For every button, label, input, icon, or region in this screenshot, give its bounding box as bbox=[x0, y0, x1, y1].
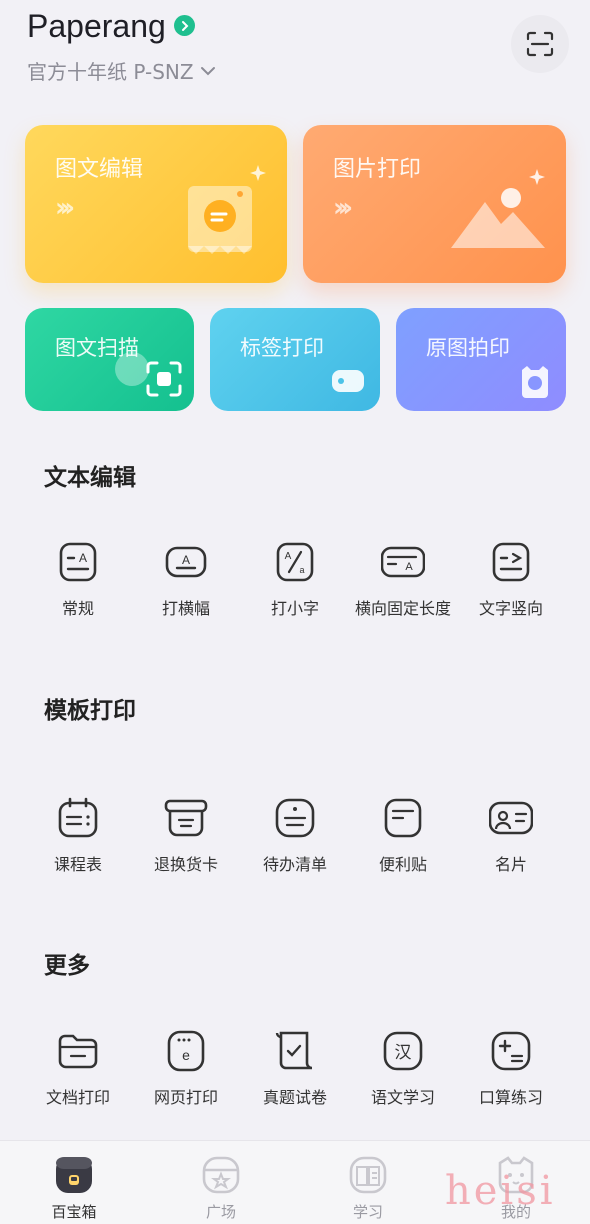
svg-text:汉: 汉 bbox=[395, 1043, 412, 1063]
camera-cat-icon bbox=[522, 366, 548, 398]
fixed-length-icon: A bbox=[381, 546, 425, 578]
tool-horizontal-fixed-length[interactable]: A 横向固定长度 bbox=[348, 540, 458, 630]
text-regular-icon: A bbox=[59, 542, 97, 582]
small-text-icon: A a bbox=[276, 542, 314, 582]
tab-toolbox[interactable]: 百宝箱 bbox=[24, 1155, 124, 1224]
svg-text:a: a bbox=[299, 565, 304, 575]
banner-icon: A bbox=[165, 546, 207, 578]
scan-frame-icon bbox=[146, 361, 182, 397]
calendar-icon bbox=[58, 797, 98, 838]
tool-label: 退换货卡 bbox=[153, 855, 218, 874]
app-title: Paperang bbox=[27, 8, 166, 44]
tool-label: 名片 bbox=[494, 855, 527, 874]
tab-label: 百宝箱 bbox=[51, 1203, 97, 1221]
chevron-down-icon bbox=[200, 66, 215, 75]
image-text-scan-card[interactable]: 图文扫描 bbox=[25, 308, 194, 411]
chinese-character-icon: 汉 bbox=[383, 1031, 423, 1071]
card-label: 标签打印 bbox=[240, 336, 324, 360]
arrows-icon: ››› bbox=[333, 193, 353, 223]
scan-icon bbox=[526, 31, 554, 57]
tab-label: 学习 bbox=[352, 1203, 383, 1221]
mountain-image-icon bbox=[451, 188, 545, 248]
tool-label: 课程表 bbox=[53, 855, 102, 874]
sparkle-icon bbox=[250, 165, 266, 181]
svg-text:A: A bbox=[285, 551, 292, 562]
arrows-icon: ››› bbox=[55, 193, 75, 223]
scroll-check-icon bbox=[275, 1031, 313, 1070]
browser-icon: e bbox=[167, 1030, 205, 1072]
tool-document-print[interactable]: 文档打印 bbox=[23, 1029, 133, 1119]
watermark: heisi bbox=[445, 1168, 556, 1214]
tool-label: 口算练习 bbox=[478, 1088, 543, 1107]
scan-button[interactable] bbox=[511, 15, 569, 73]
svg-text:e: e bbox=[182, 1047, 190, 1063]
header: Paperang 官方十年纸 P-SNZ bbox=[0, 0, 590, 100]
tool-label: 语文学习 bbox=[370, 1088, 435, 1107]
toolbox-icon bbox=[56, 1157, 92, 1193]
tab-plaza[interactable]: 广场 bbox=[171, 1155, 271, 1224]
tool-label: 打小字 bbox=[270, 599, 319, 618]
section-title-template: 模板打印 bbox=[44, 698, 136, 724]
tab-study[interactable]: 学习 bbox=[318, 1155, 418, 1224]
tool-regular[interactable]: A 常规 bbox=[23, 540, 133, 630]
tool-web-print[interactable]: e 网页打印 bbox=[131, 1029, 241, 1119]
tool-banner[interactable]: A 打横幅 bbox=[131, 540, 241, 630]
device-selector[interactable]: 官方十年纸 P-SNZ bbox=[27, 56, 216, 85]
return-box-icon bbox=[164, 799, 208, 837]
tool-small-text[interactable]: A a 打小字 bbox=[240, 540, 350, 630]
sparkle-icon bbox=[529, 169, 545, 185]
tool-label: 真题试卷 bbox=[262, 1088, 327, 1107]
plaza-icon bbox=[202, 1156, 240, 1194]
tab-label: 广场 bbox=[205, 1203, 236, 1221]
vertical-text-icon bbox=[492, 542, 530, 582]
tool-return-card[interactable]: 退换货卡 bbox=[131, 796, 241, 886]
section-title-more: 更多 bbox=[44, 953, 90, 979]
receipt-icon bbox=[188, 186, 252, 254]
sticky-note-icon bbox=[384, 798, 422, 838]
tool-vertical-text[interactable]: 文字竖向 bbox=[456, 540, 566, 630]
verified-badge-icon bbox=[174, 15, 195, 36]
touch-indicator bbox=[115, 352, 149, 386]
original-photo-print-card[interactable]: 原图拍印 bbox=[396, 308, 566, 411]
book-icon bbox=[349, 1156, 387, 1194]
tool-todo-list[interactable]: 待办清单 bbox=[240, 796, 350, 886]
tool-label: 文字竖向 bbox=[478, 599, 543, 618]
tag-icon bbox=[332, 370, 364, 392]
tool-label: 便利贴 bbox=[378, 855, 427, 874]
folder-icon bbox=[58, 1034, 98, 1069]
tool-label: 横向固定长度 bbox=[354, 599, 451, 618]
business-card-icon bbox=[489, 801, 533, 835]
svg-text:A: A bbox=[79, 551, 87, 565]
tool-label: 网页打印 bbox=[153, 1088, 218, 1107]
card-label: 图片打印 bbox=[333, 157, 422, 182]
tool-exam-paper[interactable]: 真题试卷 bbox=[240, 1029, 350, 1119]
tool-timetable[interactable]: 课程表 bbox=[23, 796, 133, 886]
tool-label: 打横幅 bbox=[161, 599, 210, 618]
card-label: 图文编辑 bbox=[55, 157, 144, 182]
label-print-card[interactable]: 标签打印 bbox=[210, 308, 380, 411]
tool-label: 待办清单 bbox=[262, 855, 327, 874]
device-name: 官方十年纸 P-SNZ bbox=[27, 60, 194, 84]
tool-label: 常规 bbox=[61, 599, 94, 618]
card-label: 原图拍印 bbox=[426, 336, 510, 360]
tool-business-card[interactable]: 名片 bbox=[456, 796, 566, 886]
section-title-text-edit: 文本编辑 bbox=[44, 465, 136, 491]
todo-icon bbox=[275, 798, 315, 838]
image-print-card[interactable]: 图片打印 ››› bbox=[303, 125, 566, 283]
tool-sticky-note[interactable]: 便利贴 bbox=[348, 796, 458, 886]
tool-label: 文档打印 bbox=[45, 1088, 110, 1107]
svg-text:A: A bbox=[182, 553, 190, 567]
tool-mental-math[interactable]: 口算练习 bbox=[456, 1029, 566, 1119]
svg-text:A: A bbox=[405, 561, 413, 573]
image-text-edit-card[interactable]: 图文编辑 ››› bbox=[25, 125, 287, 283]
tool-chinese-study[interactable]: 汉 语文学习 bbox=[348, 1029, 458, 1119]
math-icon bbox=[491, 1031, 531, 1071]
